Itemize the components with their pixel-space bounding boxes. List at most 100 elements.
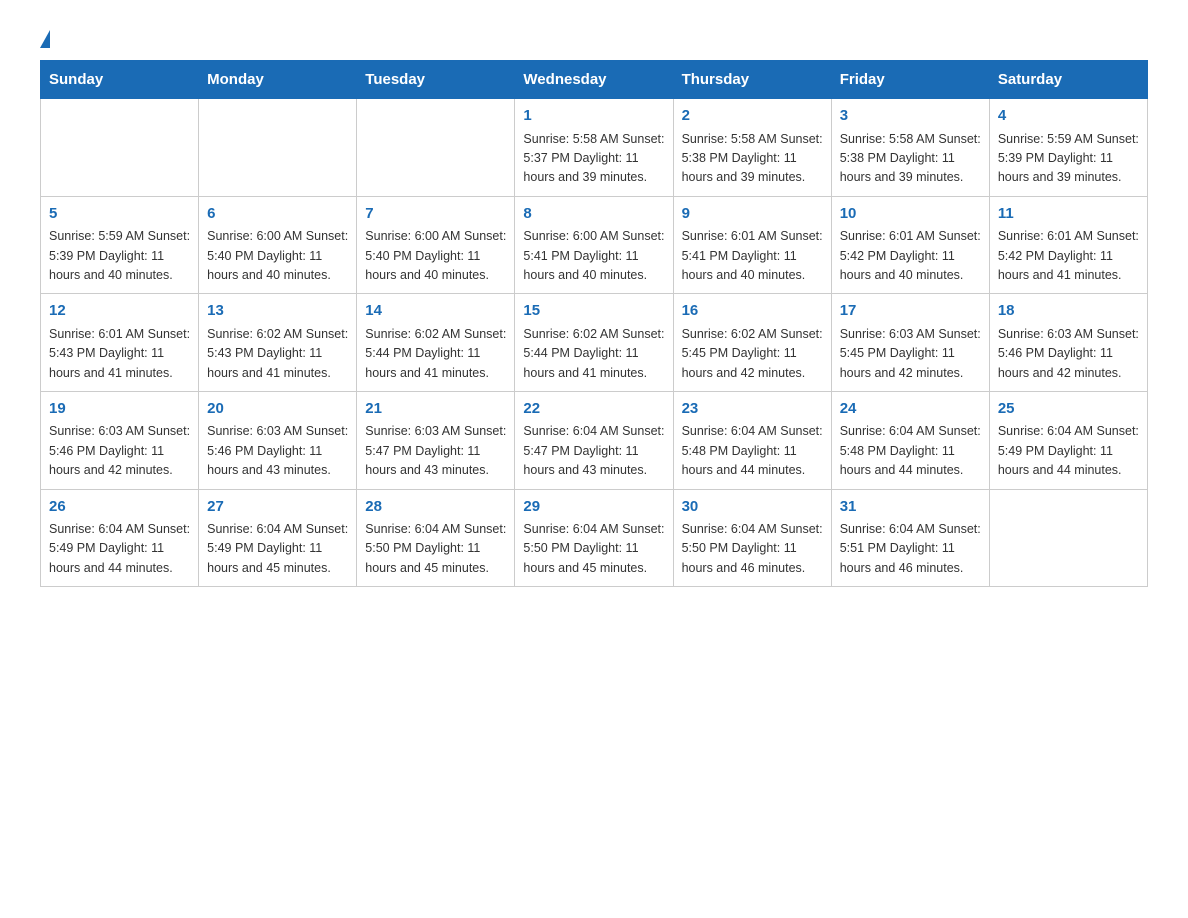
day-number: 12 bbox=[49, 300, 190, 323]
day-number: 24 bbox=[840, 398, 981, 421]
day-info: Sunrise: 6:04 AM Sunset: 5:49 PM Dayligh… bbox=[49, 520, 190, 578]
day-number: 19 bbox=[49, 398, 190, 421]
calendar-cell bbox=[41, 99, 199, 197]
day-info: Sunrise: 6:01 AM Sunset: 5:43 PM Dayligh… bbox=[49, 325, 190, 383]
day-info: Sunrise: 5:58 AM Sunset: 5:38 PM Dayligh… bbox=[682, 130, 823, 188]
week-row-3: 12Sunrise: 6:01 AM Sunset: 5:43 PM Dayli… bbox=[41, 294, 1148, 392]
week-row-1: 1Sunrise: 5:58 AM Sunset: 5:37 PM Daylig… bbox=[41, 99, 1148, 197]
calendar-cell: 13Sunrise: 6:02 AM Sunset: 5:43 PM Dayli… bbox=[199, 294, 357, 392]
day-header-wednesday: Wednesday bbox=[515, 61, 673, 99]
day-header-friday: Friday bbox=[831, 61, 989, 99]
calendar-cell: 6Sunrise: 6:00 AM Sunset: 5:40 PM Daylig… bbox=[199, 196, 357, 294]
day-info: Sunrise: 6:02 AM Sunset: 5:43 PM Dayligh… bbox=[207, 325, 348, 383]
day-number: 29 bbox=[523, 496, 664, 519]
days-header-row: SundayMondayTuesdayWednesdayThursdayFrid… bbox=[41, 61, 1148, 99]
day-number: 23 bbox=[682, 398, 823, 421]
calendar-cell bbox=[989, 489, 1147, 587]
calendar-cell: 20Sunrise: 6:03 AM Sunset: 5:46 PM Dayli… bbox=[199, 391, 357, 489]
calendar-cell: 9Sunrise: 6:01 AM Sunset: 5:41 PM Daylig… bbox=[673, 196, 831, 294]
calendar-cell: 10Sunrise: 6:01 AM Sunset: 5:42 PM Dayli… bbox=[831, 196, 989, 294]
day-number: 13 bbox=[207, 300, 348, 323]
day-info: Sunrise: 6:04 AM Sunset: 5:50 PM Dayligh… bbox=[523, 520, 664, 578]
day-number: 26 bbox=[49, 496, 190, 519]
day-header-tuesday: Tuesday bbox=[357, 61, 515, 99]
day-number: 14 bbox=[365, 300, 506, 323]
calendar-cell: 17Sunrise: 6:03 AM Sunset: 5:45 PM Dayli… bbox=[831, 294, 989, 392]
day-info: Sunrise: 6:03 AM Sunset: 5:46 PM Dayligh… bbox=[207, 422, 348, 480]
calendar-cell: 16Sunrise: 6:02 AM Sunset: 5:45 PM Dayli… bbox=[673, 294, 831, 392]
calendar-cell: 11Sunrise: 6:01 AM Sunset: 5:42 PM Dayli… bbox=[989, 196, 1147, 294]
day-header-thursday: Thursday bbox=[673, 61, 831, 99]
calendar-cell: 19Sunrise: 6:03 AM Sunset: 5:46 PM Dayli… bbox=[41, 391, 199, 489]
day-number: 7 bbox=[365, 203, 506, 226]
day-info: Sunrise: 6:04 AM Sunset: 5:50 PM Dayligh… bbox=[365, 520, 506, 578]
day-number: 22 bbox=[523, 398, 664, 421]
day-number: 28 bbox=[365, 496, 506, 519]
day-info: Sunrise: 6:04 AM Sunset: 5:50 PM Dayligh… bbox=[682, 520, 823, 578]
calendar-cell: 23Sunrise: 6:04 AM Sunset: 5:48 PM Dayli… bbox=[673, 391, 831, 489]
calendar-cell: 3Sunrise: 5:58 AM Sunset: 5:38 PM Daylig… bbox=[831, 99, 989, 197]
day-number: 30 bbox=[682, 496, 823, 519]
calendar-cell: 2Sunrise: 5:58 AM Sunset: 5:38 PM Daylig… bbox=[673, 99, 831, 197]
logo-triangle-icon bbox=[40, 30, 50, 48]
day-info: Sunrise: 6:02 AM Sunset: 5:44 PM Dayligh… bbox=[523, 325, 664, 383]
week-row-4: 19Sunrise: 6:03 AM Sunset: 5:46 PM Dayli… bbox=[41, 391, 1148, 489]
day-number: 18 bbox=[998, 300, 1139, 323]
calendar-cell: 31Sunrise: 6:04 AM Sunset: 5:51 PM Dayli… bbox=[831, 489, 989, 587]
day-info: Sunrise: 6:03 AM Sunset: 5:46 PM Dayligh… bbox=[49, 422, 190, 480]
header bbox=[40, 30, 1148, 50]
day-number: 8 bbox=[523, 203, 664, 226]
calendar-cell: 18Sunrise: 6:03 AM Sunset: 5:46 PM Dayli… bbox=[989, 294, 1147, 392]
day-info: Sunrise: 5:58 AM Sunset: 5:38 PM Dayligh… bbox=[840, 130, 981, 188]
week-row-2: 5Sunrise: 5:59 AM Sunset: 5:39 PM Daylig… bbox=[41, 196, 1148, 294]
day-number: 25 bbox=[998, 398, 1139, 421]
calendar-cell: 1Sunrise: 5:58 AM Sunset: 5:37 PM Daylig… bbox=[515, 99, 673, 197]
day-number: 6 bbox=[207, 203, 348, 226]
calendar-cell: 25Sunrise: 6:04 AM Sunset: 5:49 PM Dayli… bbox=[989, 391, 1147, 489]
day-number: 15 bbox=[523, 300, 664, 323]
calendar-cell: 26Sunrise: 6:04 AM Sunset: 5:49 PM Dayli… bbox=[41, 489, 199, 587]
day-info: Sunrise: 6:04 AM Sunset: 5:51 PM Dayligh… bbox=[840, 520, 981, 578]
day-info: Sunrise: 6:04 AM Sunset: 5:48 PM Dayligh… bbox=[682, 422, 823, 480]
day-info: Sunrise: 6:03 AM Sunset: 5:45 PM Dayligh… bbox=[840, 325, 981, 383]
day-number: 1 bbox=[523, 105, 664, 128]
day-header-saturday: Saturday bbox=[989, 61, 1147, 99]
calendar-cell: 14Sunrise: 6:02 AM Sunset: 5:44 PM Dayli… bbox=[357, 294, 515, 392]
calendar-cell: 4Sunrise: 5:59 AM Sunset: 5:39 PM Daylig… bbox=[989, 99, 1147, 197]
calendar-cell: 27Sunrise: 6:04 AM Sunset: 5:49 PM Dayli… bbox=[199, 489, 357, 587]
day-number: 31 bbox=[840, 496, 981, 519]
day-info: Sunrise: 6:01 AM Sunset: 5:42 PM Dayligh… bbox=[840, 227, 981, 285]
day-info: Sunrise: 6:04 AM Sunset: 5:49 PM Dayligh… bbox=[207, 520, 348, 578]
calendar-cell: 24Sunrise: 6:04 AM Sunset: 5:48 PM Dayli… bbox=[831, 391, 989, 489]
day-info: Sunrise: 5:59 AM Sunset: 5:39 PM Dayligh… bbox=[49, 227, 190, 285]
calendar-cell: 8Sunrise: 6:00 AM Sunset: 5:41 PM Daylig… bbox=[515, 196, 673, 294]
day-number: 27 bbox=[207, 496, 348, 519]
day-number: 3 bbox=[840, 105, 981, 128]
day-info: Sunrise: 6:00 AM Sunset: 5:40 PM Dayligh… bbox=[207, 227, 348, 285]
calendar-cell: 22Sunrise: 6:04 AM Sunset: 5:47 PM Dayli… bbox=[515, 391, 673, 489]
day-info: Sunrise: 6:04 AM Sunset: 5:47 PM Dayligh… bbox=[523, 422, 664, 480]
calendar-cell: 5Sunrise: 5:59 AM Sunset: 5:39 PM Daylig… bbox=[41, 196, 199, 294]
day-info: Sunrise: 6:04 AM Sunset: 5:49 PM Dayligh… bbox=[998, 422, 1139, 480]
logo bbox=[40, 30, 54, 50]
calendar-cell: 12Sunrise: 6:01 AM Sunset: 5:43 PM Dayli… bbox=[41, 294, 199, 392]
day-info: Sunrise: 6:03 AM Sunset: 5:46 PM Dayligh… bbox=[998, 325, 1139, 383]
calendar-cell: 7Sunrise: 6:00 AM Sunset: 5:40 PM Daylig… bbox=[357, 196, 515, 294]
calendar-cell: 30Sunrise: 6:04 AM Sunset: 5:50 PM Dayli… bbox=[673, 489, 831, 587]
calendar-cell: 28Sunrise: 6:04 AM Sunset: 5:50 PM Dayli… bbox=[357, 489, 515, 587]
day-info: Sunrise: 5:58 AM Sunset: 5:37 PM Dayligh… bbox=[523, 130, 664, 188]
day-info: Sunrise: 6:01 AM Sunset: 5:42 PM Dayligh… bbox=[998, 227, 1139, 285]
day-info: Sunrise: 6:02 AM Sunset: 5:45 PM Dayligh… bbox=[682, 325, 823, 383]
day-header-monday: Monday bbox=[199, 61, 357, 99]
calendar-cell: 15Sunrise: 6:02 AM Sunset: 5:44 PM Dayli… bbox=[515, 294, 673, 392]
day-number: 21 bbox=[365, 398, 506, 421]
day-info: Sunrise: 5:59 AM Sunset: 5:39 PM Dayligh… bbox=[998, 130, 1139, 188]
week-row-5: 26Sunrise: 6:04 AM Sunset: 5:49 PM Dayli… bbox=[41, 489, 1148, 587]
day-info: Sunrise: 6:00 AM Sunset: 5:40 PM Dayligh… bbox=[365, 227, 506, 285]
day-number: 20 bbox=[207, 398, 348, 421]
calendar-cell bbox=[199, 99, 357, 197]
calendar-cell bbox=[357, 99, 515, 197]
day-number: 10 bbox=[840, 203, 981, 226]
day-info: Sunrise: 6:02 AM Sunset: 5:44 PM Dayligh… bbox=[365, 325, 506, 383]
day-number: 17 bbox=[840, 300, 981, 323]
